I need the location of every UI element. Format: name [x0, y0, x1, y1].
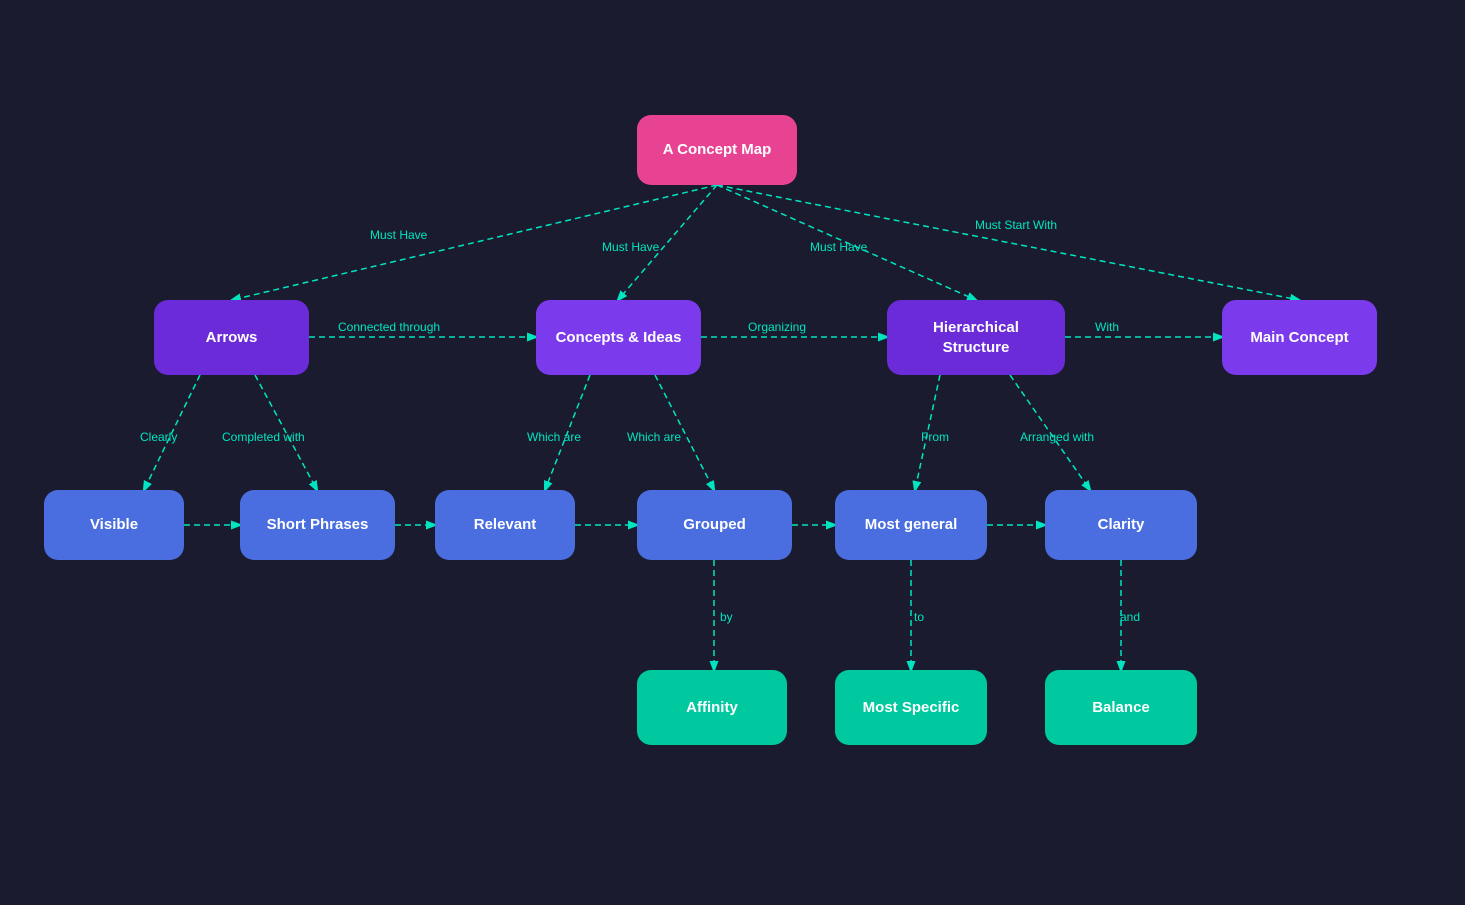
node-balance[interactable]: Balance — [1045, 670, 1197, 745]
label-must-have-center: Must Have — [602, 240, 659, 254]
label-which-are-left: Which are — [527, 430, 581, 444]
node-most-specific[interactable]: Most Specific — [835, 670, 987, 745]
label-organizing: Organizing — [748, 320, 806, 334]
label-must-have-left: Must Have — [370, 228, 427, 242]
node-hierarchical-structure[interactable]: Hierarchical Structure — [887, 300, 1065, 375]
label-completed-with: Completed with — [222, 430, 305, 444]
node-concept-map[interactable]: A Concept Map — [637, 115, 797, 185]
node-most-general[interactable]: Most general — [835, 490, 987, 560]
label-with: With — [1095, 320, 1119, 334]
label-clearly: Clearly — [140, 430, 177, 444]
label-from: From — [921, 430, 949, 444]
concept-map-canvas: Must Have Must Have Must Have Must Start… — [0, 0, 1465, 905]
label-must-start-with: Must Start With — [975, 218, 1057, 232]
node-affinity[interactable]: Affinity — [637, 670, 787, 745]
node-clarity[interactable]: Clarity — [1045, 490, 1197, 560]
node-main-concept[interactable]: Main Concept — [1222, 300, 1377, 375]
label-which-are-right: Which are — [627, 430, 681, 444]
node-relevant[interactable]: Relevant — [435, 490, 575, 560]
node-visible[interactable]: Visible — [44, 490, 184, 560]
label-by: by — [720, 610, 733, 624]
node-grouped[interactable]: Grouped — [637, 490, 792, 560]
node-concepts-ideas[interactable]: Concepts & Ideas — [536, 300, 701, 375]
node-short-phrases[interactable]: Short Phrases — [240, 490, 395, 560]
label-connected-through: Connected through — [338, 320, 440, 334]
node-arrows[interactable]: Arrows — [154, 300, 309, 375]
label-must-have-right: Must Have — [810, 240, 867, 254]
label-arranged-with: Arranged with — [1020, 430, 1094, 444]
label-to: to — [914, 610, 924, 624]
label-and: and — [1120, 610, 1140, 624]
